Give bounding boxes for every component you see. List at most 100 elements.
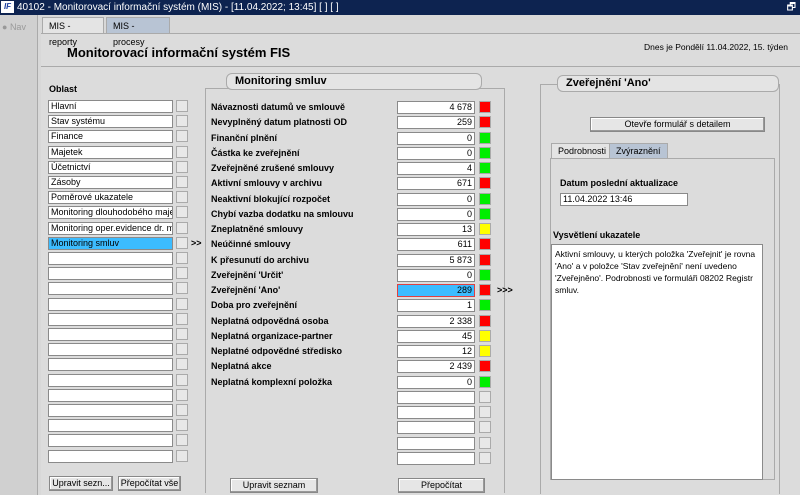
indicator-value[interactable]: 13 [397, 223, 475, 236]
oblast-item[interactable]: Monitoring dlouhodobého majetk [48, 206, 173, 220]
divider [41, 66, 800, 67]
tab-podrobnosti[interactable]: Podrobnosti [551, 143, 614, 158]
oblast-empty-row[interactable] [48, 373, 173, 387]
oblast-row-button[interactable] [176, 191, 188, 204]
oblast-row-button[interactable] [176, 358, 188, 371]
oblast-row-button[interactable] [176, 145, 188, 158]
indicator-value[interactable]: 45 [397, 329, 475, 343]
indicator-value[interactable]: 2 439 [397, 360, 475, 374]
oblast-row-button[interactable] [176, 221, 188, 234]
indicator-value[interactable]: 0 [397, 375, 475, 389]
oblast-empty-row[interactable] [48, 434, 173, 448]
indicator-value[interactable]: 0 [397, 207, 475, 221]
oblast-empty-row[interactable] [48, 328, 173, 341]
tab-zvyrazneni[interactable]: Zvýraznění [609, 143, 668, 158]
oblast-empty-row[interactable] [48, 267, 173, 281]
oblast-empty-row[interactable] [48, 282, 173, 296]
oblast-row-button[interactable] [176, 373, 188, 386]
oblast-item[interactable]: Majetek [48, 145, 173, 159]
tab-mis-reporty[interactable]: MIS - reporty [42, 17, 104, 47]
date-field[interactable]: 11.04.2022 13:46 [560, 193, 688, 206]
oblast-item[interactable]: Monitoring smluv [48, 236, 173, 250]
oblast-empty-row[interactable] [48, 449, 173, 463]
indicator-label: Doba pro zveřejnění [211, 300, 298, 311]
status-indicator-yellow [479, 223, 491, 235]
indicator-label: Zveřejněné zrušené smlouvy [211, 163, 335, 173]
oblast-row-button[interactable] [176, 434, 188, 447]
oblast-label: Oblast [49, 84, 78, 94]
indicator-value[interactable]: 2 338 [397, 314, 475, 328]
edit-list-button[interactable]: Upravit sezn... [49, 476, 113, 491]
oblast-row-button[interactable] [176, 267, 188, 280]
oblast-empty-row[interactable] [48, 358, 173, 372]
oblast-row-button[interactable] [176, 328, 188, 340]
status-indicator-green [479, 162, 491, 174]
oblast-item[interactable]: Hlavní [48, 100, 173, 113]
indicator-value[interactable]: 1 [397, 299, 475, 313]
oblast-empty-row[interactable] [48, 419, 173, 433]
indicator-empty-row[interactable] [397, 390, 475, 404]
oblast-row-button[interactable] [176, 160, 188, 173]
indicator-value[interactable]: 4 678 [397, 101, 475, 114]
explain-textarea[interactable]: Aktivní smlouvy, u kterých položka 'Zveř… [551, 244, 763, 480]
restore-icon[interactable]: 🗗 [787, 0, 796, 15]
oblast-row-button[interactable] [176, 419, 188, 432]
oblast-row-button[interactable] [176, 404, 188, 416]
indicator-value[interactable]: 0 [397, 131, 475, 145]
oblast-row-button[interactable] [176, 100, 188, 112]
oblast-item[interactable]: Stav systému [48, 115, 173, 129]
oblast-row-button[interactable] [176, 252, 188, 264]
indicator-value[interactable]: 12 [397, 345, 475, 358]
oblast-empty-row[interactable] [48, 312, 173, 326]
indicator-label: Neplatná odpovědná osoba [211, 315, 329, 326]
oblast-row-button[interactable] [176, 388, 188, 401]
oblast-row-button[interactable] [176, 297, 188, 310]
indicator-label: K přesunutí do archivu [211, 254, 310, 265]
indicator-empty-row[interactable] [397, 406, 475, 419]
oblast-item[interactable]: Zásoby [48, 176, 173, 189]
oblast-row-button[interactable] [176, 115, 188, 128]
oblast-row-button[interactable] [176, 206, 188, 219]
nav-label: Nav [9, 22, 26, 32]
indicator-value[interactable]: 4 [397, 162, 475, 175]
oblast-row-button[interactable] [176, 343, 188, 356]
oblast-empty-row[interactable] [48, 404, 173, 417]
oblast-empty-row[interactable] [48, 252, 173, 265]
tab-mis-procesy[interactable]: MIS - procesy [106, 17, 170, 47]
oblast-row-button[interactable] [176, 312, 188, 325]
status-indicator-green [479, 268, 491, 281]
indicator-value[interactable]: 259 [397, 116, 475, 130]
oblast-item[interactable]: Účetnictví [48, 160, 173, 174]
status-empty [479, 406, 491, 418]
indicator-value[interactable]: 611 [397, 238, 475, 252]
recalc-button[interactable]: Přepočítat [398, 478, 485, 493]
nav-button[interactable]: ● Nav [2, 22, 26, 32]
indicator-empty-row[interactable] [397, 451, 475, 465]
oblast-item[interactable]: Poměrové ukazatele [48, 191, 173, 205]
nav-strip [0, 15, 38, 495]
open-detail-button[interactable]: Otevře formulář s detailem [590, 117, 765, 132]
indicator-value[interactable]: 0 [397, 146, 475, 160]
oblast-row-button[interactable] [176, 236, 188, 249]
indicator-value[interactable]: 671 [397, 177, 475, 191]
indicator-value[interactable]: 5 873 [397, 253, 475, 267]
oblast-empty-row[interactable] [48, 343, 173, 357]
oblast-item[interactable]: Finance [48, 130, 173, 144]
oblast-empty-row[interactable] [48, 297, 173, 311]
oblast-item[interactable]: Monitoring oper.evidence dr. ma [48, 221, 173, 235]
indicator-empty-row[interactable] [397, 421, 475, 435]
oblast-row-button[interactable] [176, 282, 188, 295]
edit-list-button-2[interactable]: Upravit seznam [230, 478, 318, 493]
oblast-row-button[interactable] [176, 130, 188, 143]
indicator-value[interactable]: 0 [397, 192, 475, 206]
oblast-row-button[interactable] [176, 449, 188, 462]
indicator-value[interactable]: 289 [397, 284, 475, 297]
indicator-label: Neaktivní blokující rozpočet [211, 193, 331, 204]
indicator-value[interactable]: 0 [397, 268, 475, 282]
oblast-empty-row[interactable] [48, 388, 173, 402]
oblast-row-button[interactable] [176, 176, 188, 188]
recalc-all-button[interactable]: Přepočítat vše [118, 476, 181, 491]
detail-title: Zveřejnění 'Ano' [557, 75, 779, 92]
indicator-empty-row[interactable] [397, 436, 475, 450]
indicator-label: Částka ke zveřejnění [211, 147, 300, 158]
